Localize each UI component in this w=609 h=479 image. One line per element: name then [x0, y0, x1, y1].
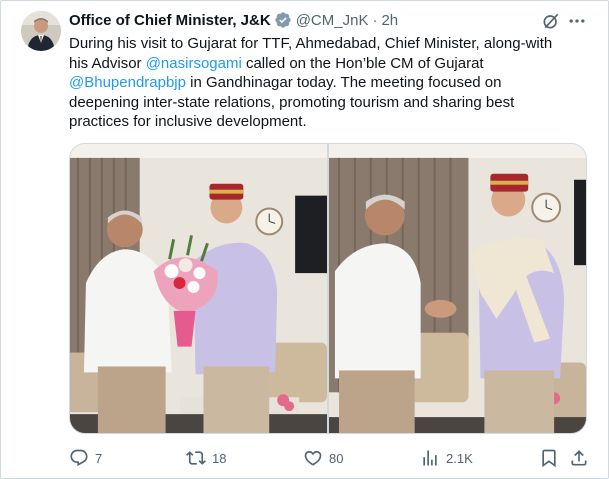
reply-icon [70, 449, 88, 467]
avatar[interactable] [21, 11, 61, 51]
tweet-text-line: his Advisor @nasirsogami called on the H… [69, 54, 589, 74]
like-count: 80 [329, 450, 344, 466]
reply-count: 7 [95, 450, 103, 466]
grok-icon[interactable] [541, 11, 561, 31]
tweet-text: During his visit to Gujarat for TTF, Ahm… [69, 34, 589, 132]
like-button[interactable]: 80 [303, 447, 343, 469]
repost-icon [186, 451, 206, 465]
reply-button[interactable]: 7 [69, 447, 102, 469]
repost-button[interactable]: 18 [186, 447, 226, 469]
views-count: 2.1K [446, 450, 473, 466]
timestamp[interactable]: 2h [381, 12, 398, 29]
action-bar: 7 18 80 2.1K [69, 447, 589, 469]
verified-badge-icon[interactable] [274, 11, 292, 29]
bookmark-button[interactable] [539, 447, 559, 469]
more-options-icon[interactable] [567, 11, 587, 31]
bookmark-icon [542, 449, 556, 468]
like-icon [304, 450, 322, 466]
display-name[interactable]: Office of Chief Minister, J&K [69, 12, 271, 29]
tweet-text-line: During his visit to Gujarat for TTF, Ahm… [69, 34, 589, 54]
tweet-text-segment: practices for inclusive development. [69, 113, 307, 130]
photo-handshake-shawl[interactable] [329, 144, 586, 433]
photo-handshake-bouquet[interactable] [70, 144, 327, 433]
repost-count: 18 [212, 450, 227, 466]
share-button[interactable] [569, 447, 589, 469]
mention-link[interactable]: @nasirsogami [146, 55, 242, 72]
views-button[interactable]: 2.1K [420, 447, 473, 469]
views-icon [423, 450, 437, 466]
tweet-text-segment: deepening inter-state relations, promoti… [69, 93, 515, 111]
mention-link[interactable]: @Bhupendrapbjp [69, 74, 186, 91]
user-handle[interactable]: @CM_JnK [296, 12, 369, 29]
separator-dot: · [372, 11, 378, 29]
tweet-text-line: practices for inclusive development. [69, 112, 589, 132]
tweet-header: Office of Chief Minister, J&K @CM_JnK · … [69, 10, 398, 30]
tweet-text-segment: called on the Hon’ble CM of Gujarat [241, 54, 484, 72]
tweet-text-line: deepening inter-state relations, promoti… [69, 93, 589, 113]
tweet-card[interactable]: Office of Chief Minister, J&K @CM_JnK · … [0, 0, 609, 479]
tweet-text-segment: his Advisor [69, 54, 146, 72]
tweet-text-segment: During his visit to Gujarat for TTF, Ahm… [69, 35, 553, 52]
tweet-text-segment: in Gandhinagar today. The meeting focuse… [185, 74, 502, 91]
share-icon [571, 450, 587, 466]
tweet-text-line: @Bhupendrapbjp in Gandhinagar today. The… [69, 73, 589, 93]
media-grid[interactable] [69, 143, 587, 434]
